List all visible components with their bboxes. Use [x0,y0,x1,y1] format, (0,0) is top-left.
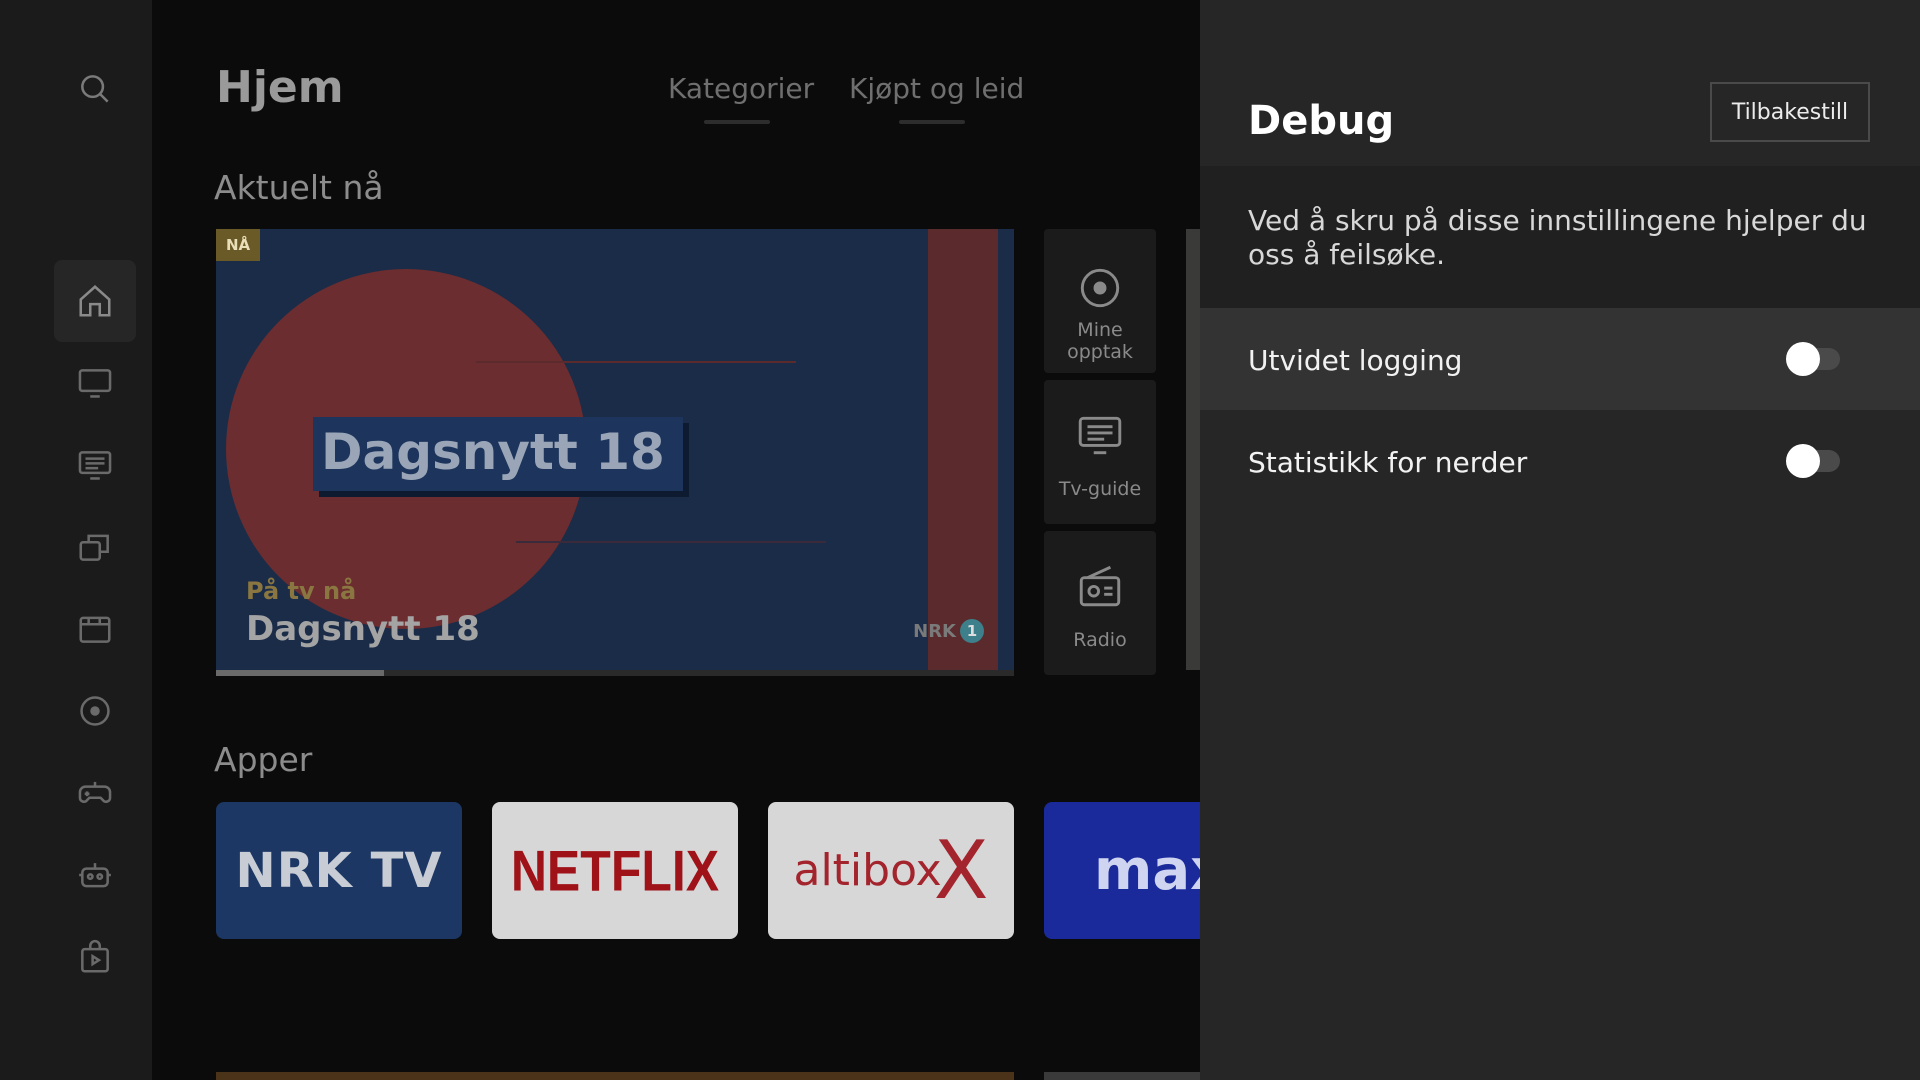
nav-games[interactable] [54,752,136,834]
channel-logo: NRK 1 [913,619,984,643]
nav-recordings[interactable] [54,670,136,752]
quick-link-label: Radio [1073,629,1127,651]
reset-button[interactable]: Tilbakestill [1710,82,1870,142]
app-tile-altibox[interactable]: altibox X [768,802,1014,939]
progress-fill [216,670,384,676]
next-row-peek [216,1072,1014,1080]
channel-number: 1 [960,619,984,643]
nav-home[interactable] [54,260,136,342]
search-icon [81,75,109,103]
app-tile-nrk-tv[interactable]: NRK TV [216,802,462,939]
hero-line [476,361,796,363]
nav-kids[interactable] [54,834,136,916]
toggle-knob [1786,444,1820,478]
recording-icon [80,696,110,726]
debug-panel: Debug Tilbakestill Ved å skru på disse i… [1200,0,1920,1080]
live-badge: NÅ [216,229,261,261]
tab-categories[interactable]: Kategorier [668,72,814,105]
hero-title: Dagsnytt 18 [246,609,480,649]
setting-extended-logging[interactable]: Utvidet logging [1200,308,1920,410]
page-title: Hjem [216,62,344,113]
altibox-x-mark: X [933,824,989,917]
app-tile-max[interactable]: max [1044,802,1200,939]
hero-stripe [928,229,998,670]
quick-link-label: Mine opptak [1067,319,1133,363]
tv-guide-icon [1078,416,1122,455]
hero-subtitle: På tv nå [246,577,357,605]
side-nav [0,0,152,1080]
quick-link-tv-guide[interactable]: Tv-guide [1044,380,1156,524]
app-tile-netflix[interactable]: NETFLIX [492,802,738,939]
tab-purchased[interactable]: Kjøpt og leid [849,72,1024,105]
main-content: Hjem Kategorier Kjøpt og leid Aktuelt nå… [152,0,1200,1080]
stats-for-nerds-toggle[interactable] [1786,444,1840,478]
section-title-current: Aktuelt nå [214,168,384,207]
tv-guide-icon [78,451,112,480]
channel-logo-text: NRK [913,620,956,642]
quick-link-label: Tv-guide [1058,478,1142,500]
panel-description: Ved å skru på disse innstillingene hjelp… [1248,204,1867,271]
extended-logging-toggle[interactable] [1786,342,1840,376]
nav-app-store[interactable] [54,916,136,998]
search-button[interactable] [54,48,136,130]
home-icon [79,285,111,317]
robot-icon [79,863,111,888]
app-tile-label: max [1094,838,1200,903]
next-card-peek [1186,229,1200,670]
nav-library[interactable] [54,506,136,588]
tab-underline [704,120,770,124]
panel-title: Debug [1248,98,1395,144]
toggle-knob [1786,342,1820,376]
tab-underline [899,120,965,124]
tv-icon [78,369,112,398]
app-tile-label: NRK TV [235,842,443,899]
movie-icon [79,616,111,643]
nav-movies[interactable] [54,588,136,670]
hero-overlay-title: Dagsnytt 18 [321,423,665,481]
hero-line [516,541,826,543]
app-tile-label: altibox [793,845,942,896]
app-tile-label: NETFLIX [510,838,720,903]
setting-label: Statistikk for nerder [1248,446,1528,479]
gamepad-icon [78,781,112,803]
playback-progress [216,670,1014,676]
nav-live-tv[interactable] [54,342,136,424]
panel-description-box: Ved å skru på disse innstillingene hjelp… [1200,166,1920,308]
radio-icon [1079,565,1121,607]
quick-link-recordings[interactable]: Mine opptak [1044,229,1156,373]
setting-label: Utvidet logging [1248,344,1463,377]
library-icon [79,534,109,561]
quick-link-radio[interactable]: Radio [1044,531,1156,675]
record-icon [1080,268,1120,308]
section-title-apps: Apper [214,740,313,779]
now-playing-card[interactable]: Dagsnytt 18 NÅ På tv nå Dagsnytt 18 NRK … [216,229,1014,670]
apps-store-icon [81,939,109,973]
nav-tv-guide[interactable] [54,424,136,506]
next-row-peek [1044,1072,1200,1080]
setting-stats-for-nerds[interactable]: Statistikk for nerder [1200,410,1920,512]
